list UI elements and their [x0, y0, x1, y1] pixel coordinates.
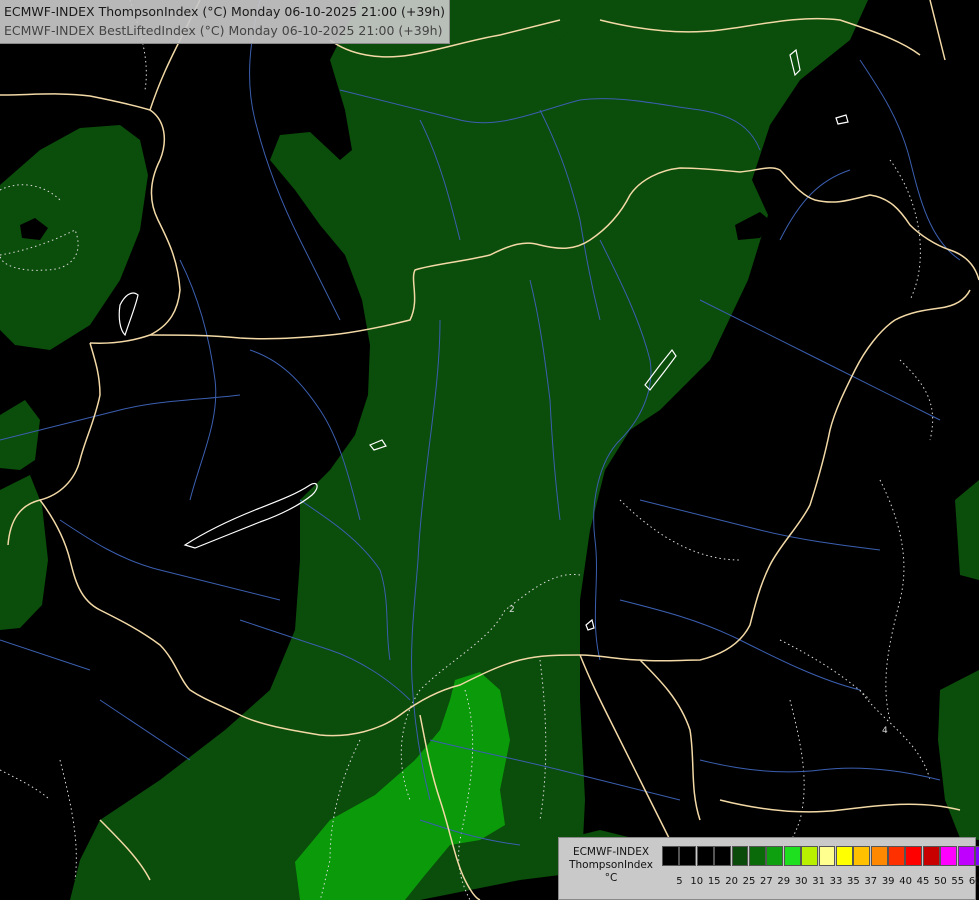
legend-tick-label: 27 — [760, 876, 773, 887]
legend-swatch — [662, 846, 679, 866]
legend-swatch — [957, 846, 975, 866]
legend-unit: °C — [604, 872, 618, 884]
map-title-box: ECMWF-INDEX ThompsonIndex (°C) Monday 06… — [0, 0, 451, 44]
legend-tick-label: 20 — [725, 876, 738, 887]
legend-swatch — [940, 846, 958, 866]
legend-swatch — [696, 846, 714, 866]
legend-tick-label: 25 — [742, 876, 756, 887]
legend-ticks: 5 10 15 20 25 27 29 30 31 33 35 37 39 40 45 50 55 60 — [662, 876, 979, 890]
legend-swatch — [975, 846, 979, 866]
color-legend: ECMWF-INDEX ThompsonIndex °C 5 10 15 20 25 27… — [558, 837, 979, 900]
legend-tick-label: 45 — [916, 876, 930, 887]
legend-tick-label: 15 — [707, 876, 721, 887]
legend-tick-label: 37 — [864, 876, 878, 887]
legend-tick-label: 40 — [899, 876, 912, 887]
legend-swatch — [922, 846, 940, 866]
legend-source: ECMWF-INDEX — [572, 846, 650, 858]
map-title-secondary: ECMWF-INDEX BestLiftedIndex (°C) Monday … — [4, 23, 443, 38]
weather-map: 2 4 — [0, 0, 979, 900]
legend-swatch — [766, 846, 784, 866]
legend-tick-label: 55 — [951, 876, 965, 887]
legend-parameter: ThompsonIndex — [569, 859, 653, 871]
legend-tick-label: 60 — [968, 876, 979, 887]
legend-tick-label: 33 — [829, 876, 843, 887]
legend-swatch — [818, 846, 836, 866]
legend-swatch — [905, 846, 923, 866]
contour-label: 2 — [509, 605, 515, 615]
legend-tick-label: 35 — [847, 876, 860, 887]
legend-swatches — [662, 846, 979, 866]
legend-tick-label: 29 — [777, 876, 791, 887]
legend-tick-label: 50 — [934, 876, 947, 887]
legend-swatch — [888, 846, 905, 866]
map-title-primary: ECMWF-INDEX ThompsonIndex (°C) Monday 06… — [4, 4, 446, 19]
legend-swatch — [748, 846, 766, 866]
legend-swatch — [801, 846, 819, 866]
legend-tick-label: 31 — [812, 876, 825, 887]
legend-swatch — [835, 846, 853, 866]
legend-swatch — [731, 846, 749, 866]
legend-tick-label: 30 — [794, 876, 808, 887]
legend-tick-label: 39 — [881, 876, 895, 887]
legend-swatch — [853, 846, 871, 866]
legend-title: ECMWF-INDEX ThompsonIndex °C — [563, 846, 659, 885]
legend-swatch — [783, 846, 801, 866]
legend-swatch — [714, 846, 732, 866]
contour-label: 4 — [882, 726, 888, 736]
legend-tick-label: 10 — [690, 876, 704, 887]
legend-swatch — [679, 846, 697, 866]
legend-tick-label: 5 — [676, 876, 683, 887]
legend-swatch — [870, 846, 888, 866]
